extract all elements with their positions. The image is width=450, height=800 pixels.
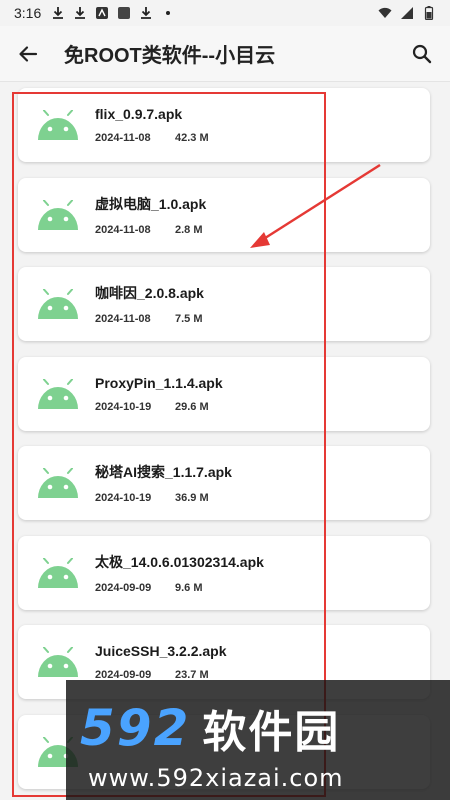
file-size: 7.5 M bbox=[175, 313, 203, 325]
search-icon bbox=[412, 44, 432, 63]
file-date: 2024-11-08 bbox=[95, 313, 151, 325]
file-meta: 2024-11-08 7.5 M bbox=[95, 313, 204, 325]
file-date: 2024-10-19 bbox=[95, 400, 152, 413]
watermark: 592 软件园 www.592xiazai.com bbox=[66, 680, 450, 800]
page-title: 免ROOT类软件--小目云 bbox=[64, 45, 276, 67]
watermark-url: www.592xiazai.com bbox=[88, 764, 344, 792]
file-meta: 2024-11-08 42.3 M bbox=[95, 132, 209, 144]
file-info: 秘塔AI搜索_1.1.7.apk 2024-10-19 36.9 M bbox=[95, 462, 232, 504]
android-icon bbox=[38, 289, 78, 319]
file-name: 秘塔AI搜索_1.1.7.apk bbox=[95, 464, 232, 480]
file-date: 2024-09-09 bbox=[95, 581, 152, 594]
android-icon bbox=[38, 468, 78, 498]
file-card[interactable]: 咖啡因_2.0.8.apk 2024-11-08 7.5 M bbox=[18, 267, 430, 341]
file-card[interactable]: ProxyPin_1.1.4.apk 2024-10-19 29.6 M bbox=[18, 356, 430, 431]
system-icons bbox=[378, 6, 436, 20]
file-info: ProxyPin_1.1.4.apk 2024-10-19 29.6 M bbox=[95, 375, 223, 413]
file-name: 虚拟电脑_1.0.apk bbox=[95, 195, 207, 212]
android-icon bbox=[38, 110, 78, 140]
download-icon bbox=[141, 7, 152, 19]
status-bar: 3:16 bbox=[0, 0, 450, 26]
android-icon bbox=[38, 557, 78, 588]
file-meta: 2024-10-19 36.9 M bbox=[95, 492, 232, 504]
file-size: 9.6 M bbox=[175, 581, 203, 594]
file-size: 2.8 M bbox=[175, 223, 203, 236]
file-name: 太极_14.0.6.01302314.apk bbox=[95, 553, 264, 570]
more-notifications-icon bbox=[166, 11, 171, 15]
file-info: 咖啡因_2.0.8.apk 2024-11-08 7.5 M bbox=[95, 283, 204, 325]
file-info: JuiceSSH_3.2.2.apk 2024-09-09 23.7 M bbox=[95, 643, 227, 681]
file-date: 2024-10-19 bbox=[95, 492, 152, 504]
watermark-name: 软件园 bbox=[202, 707, 341, 758]
file-date: 2024-11-08 bbox=[95, 132, 151, 144]
file-meta: 2024-10-19 29.6 M bbox=[95, 401, 223, 413]
android-icon bbox=[38, 378, 78, 409]
back-button[interactable] bbox=[0, 26, 56, 82]
file-info: flix_0.9.7.apk 2024-11-08 42.3 M bbox=[95, 106, 209, 144]
file-size: 42.3 M bbox=[175, 132, 209, 144]
arrow-left-icon bbox=[19, 45, 38, 62]
file-name: 咖啡因_2.0.8.apk bbox=[95, 285, 204, 301]
file-date: 2024-11-08 bbox=[95, 223, 151, 236]
file-card[interactable]: 虚拟电脑_1.0.apk 2024-11-08 2.8 M bbox=[18, 177, 430, 252]
battery-icon bbox=[424, 6, 434, 20]
file-name: JuiceSSH_3.2.2.apk bbox=[95, 643, 227, 659]
notification-icons bbox=[51, 6, 175, 20]
android-icon bbox=[38, 647, 78, 677]
file-info: 虚拟电脑_1.0.apk 2024-11-08 2.8 M bbox=[95, 194, 206, 236]
app-notification-icon bbox=[118, 7, 131, 19]
watermark-number: 592 bbox=[80, 699, 191, 757]
app-notification-icon bbox=[96, 7, 109, 19]
wifi-icon bbox=[378, 7, 392, 18]
android-icon bbox=[38, 199, 78, 230]
file-name: ProxyPin_1.1.4.apk bbox=[95, 374, 223, 391]
file-meta: 2024-09-09 9.6 M bbox=[95, 582, 264, 594]
file-card[interactable]: flix_0.9.7.apk 2024-11-08 42.3 M bbox=[18, 88, 430, 162]
status-time: 3:16 bbox=[14, 5, 42, 21]
file-card[interactable]: 秘塔AI搜索_1.1.7.apk 2024-10-19 36.9 M bbox=[18, 446, 430, 520]
file-card[interactable]: 太极_14.0.6.01302314.apk 2024-09-09 9.6 M bbox=[18, 535, 430, 610]
signal-icon bbox=[401, 7, 413, 19]
file-name: flix_0.9.7.apk bbox=[95, 106, 183, 122]
file-size: 36.9 M bbox=[175, 492, 209, 504]
file-meta: 2024-11-08 2.8 M bbox=[95, 224, 206, 236]
file-info: 太极_14.0.6.01302314.apk 2024-09-09 9.6 M bbox=[95, 552, 264, 594]
download-icon bbox=[75, 7, 86, 19]
file-size: 29.6 M bbox=[175, 400, 209, 413]
download-icon bbox=[53, 7, 64, 19]
app-bar: 免ROOT类软件--小目云 bbox=[0, 26, 450, 82]
search-button[interactable] bbox=[394, 26, 450, 82]
